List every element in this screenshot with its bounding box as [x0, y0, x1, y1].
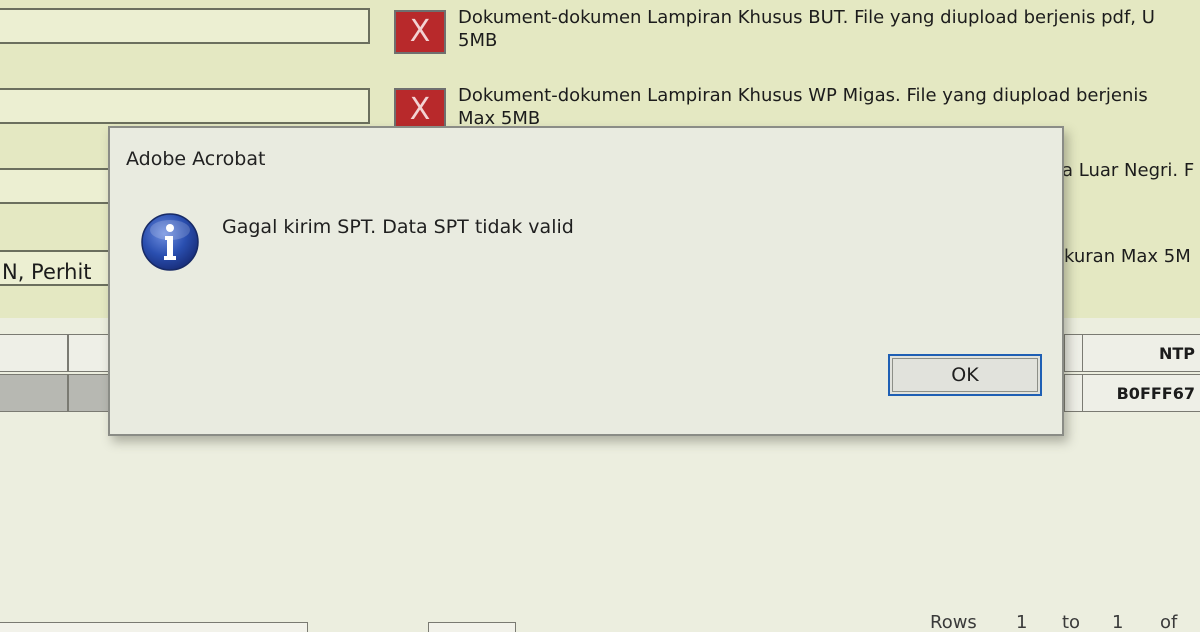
doc-description-1-line2: 5MB	[458, 30, 498, 51]
doc-description-2: Dokument-dokumen Lampiran Khusus WP Miga…	[458, 84, 1148, 130]
page-size-select[interactable]	[428, 622, 516, 632]
upload-field-4-text: N, Perhit	[2, 260, 92, 284]
doc-description-4-partial: kuran Max 5M	[1064, 246, 1191, 267]
dialog-title: Adobe Acrobat	[126, 148, 266, 170]
upload-field-2[interactable]	[0, 88, 370, 124]
remove-file-button-1[interactable]: X	[394, 10, 446, 54]
ok-button[interactable]: OK	[888, 354, 1042, 396]
dialog-message: Gagal kirim SPT. Data SPT tidak valid	[222, 216, 574, 238]
pager-to-label: to	[1062, 612, 1081, 632]
doc-description-1: Dokument-dokumen Lampiran Khusus BUT. Fi…	[458, 6, 1155, 52]
table-header-ntp: NTP	[1082, 334, 1200, 372]
ntp-header-label: NTP	[1158, 344, 1195, 363]
doc-description-2-line1: Dokument-dokumen Lampiran Khusus WP Miga…	[458, 85, 1148, 106]
doc-description-3-partial: a Luar Negri. F	[1062, 160, 1195, 181]
pager-left-box	[0, 622, 308, 632]
table-cell	[1064, 374, 1084, 412]
table-header-cell	[0, 334, 68, 372]
table-cell	[68, 374, 110, 412]
table-cell	[0, 374, 68, 412]
table-header-cell	[68, 334, 110, 372]
table-header-cell	[1064, 334, 1084, 372]
upload-field-1[interactable]	[0, 8, 370, 44]
table-cell-ntp: B0FFF67	[1082, 374, 1200, 412]
pager-from: 1	[1016, 612, 1028, 632]
screen: N, Perhit X X Dokument-dokumen Lampiran …	[0, 0, 1200, 632]
alert-dialog: Adobe Acrobat Gagal kirim SPT. Data SPT …	[108, 126, 1064, 436]
pager-to: 1	[1112, 612, 1124, 632]
pager-rows-label: Rows	[930, 612, 977, 632]
remove-x-icon: X	[409, 14, 431, 49]
pager-of-label: of	[1160, 612, 1178, 632]
info-icon	[141, 213, 199, 271]
remove-x-icon: X	[409, 92, 431, 127]
ntp-value: B0FFF67	[1116, 384, 1195, 403]
doc-description-1-line1: Dokument-dokumen Lampiran Khusus BUT. Fi…	[458, 7, 1155, 28]
ok-button-label: OK	[892, 358, 1038, 392]
